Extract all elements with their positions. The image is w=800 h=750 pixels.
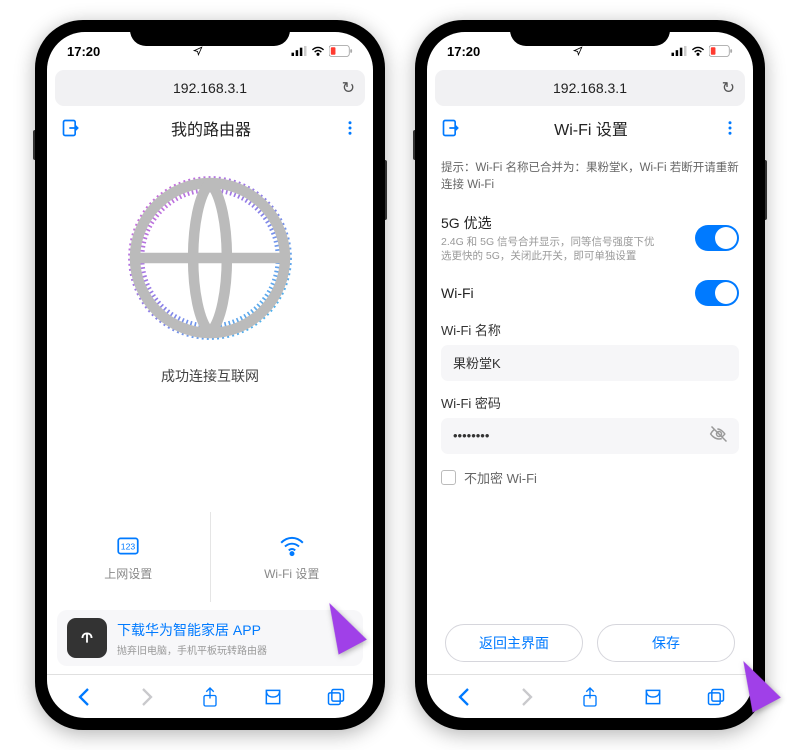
no-encrypt-row[interactable]: 不加密 Wi-Fi [427, 460, 753, 495]
wifi-name-input[interactable]: 果粉堂K [441, 345, 739, 381]
app-header: Wi-Fi 设置 [427, 106, 753, 150]
safari-toolbar [47, 674, 373, 718]
net-settings-button[interactable]: 123 上网设置 [47, 512, 210, 602]
connection-status: 成功连接互联网 [161, 366, 259, 386]
url-bar[interactable]: 192.168.3.1 ↻ [435, 70, 745, 106]
url-text: 192.168.3.1 [173, 80, 247, 96]
app-header: 我的路由器 [47, 106, 373, 150]
exit-icon[interactable] [61, 118, 81, 138]
page-title: Wi-Fi 设置 [554, 116, 628, 140]
svg-text:123: 123 [121, 541, 136, 551]
refresh-icon[interactable]: ↻ [722, 78, 735, 98]
back-icon[interactable] [444, 687, 484, 707]
button-row: 返回主界面 保存 [427, 624, 753, 662]
page-title: 我的路由器 [171, 116, 251, 140]
bookmarks-icon[interactable] [253, 687, 293, 707]
exit-icon[interactable] [441, 118, 461, 138]
forward-icon[interactable] [127, 687, 167, 707]
wifi-settings-label: Wi-Fi 设置 [264, 565, 319, 582]
app-banner[interactable]: 下载华为智能家居 APP 抛弃旧电脑，手机平板玩转路由器 [57, 610, 363, 666]
pref-5g-label: 5G 优选 [441, 213, 661, 233]
app-banner-title: 下载华为智能家居 APP [117, 620, 267, 640]
wifi-label: Wi-Fi [441, 285, 474, 301]
refresh-icon[interactable]: ↻ [342, 78, 355, 98]
wifi-name-block: Wi-Fi 名称 果粉堂K [427, 314, 753, 387]
menu-icon[interactable] [721, 119, 739, 137]
pref-5g-desc: 2.4G 和 5G 信号合并显示，同等信号强度下优选更快的 5G，关闭此开关，即… [441, 235, 661, 264]
save-button[interactable]: 保存 [597, 624, 735, 662]
signal-icon [671, 46, 687, 56]
tabs-icon[interactable] [696, 687, 736, 707]
globe-icon [120, 168, 300, 348]
wifi-password-value: •••••••• [453, 428, 489, 443]
no-encrypt-checkbox[interactable] [441, 470, 456, 485]
signal-icon [291, 46, 307, 56]
wifi-password-input[interactable]: •••••••• [441, 418, 739, 454]
safari-toolbar [427, 674, 753, 718]
battery-icon [329, 45, 353, 57]
pref-5g-row: 5G 优选 2.4G 和 5G 信号合并显示，同等信号强度下优选更快的 5G，关… [427, 205, 753, 272]
wifi-name-value: 果粉堂K [453, 353, 501, 372]
battery-icon [709, 45, 733, 57]
back-icon[interactable] [64, 687, 104, 707]
url-text: 192.168.3.1 [553, 80, 627, 96]
tabs-icon[interactable] [316, 687, 356, 707]
notch [510, 20, 670, 46]
share-icon[interactable] [570, 686, 610, 708]
wifi-row: Wi-Fi [427, 272, 753, 314]
eye-off-icon[interactable] [709, 424, 729, 447]
hint-text: 提示：Wi-Fi 名称已合并为：果粉堂K，Wi-Fi 若断开请重新连接 Wi-F… [427, 150, 753, 205]
phone-left: 17:20 192.168.3.1 ↻ 我的路由器 [35, 20, 385, 730]
wifi-toggle[interactable] [695, 280, 739, 306]
wifi-password-block: Wi-Fi 密码 •••••••• [427, 387, 753, 460]
forward-icon[interactable] [507, 687, 547, 707]
url-bar[interactable]: 192.168.3.1 ↻ [55, 70, 365, 106]
wifi-status-icon [691, 46, 705, 56]
menu-icon[interactable] [341, 119, 359, 137]
phone-right: 17:20 192.168.3.1 ↻ Wi-Fi 设置 提示：W [415, 20, 765, 730]
no-encrypt-label: 不加密 Wi-Fi [464, 468, 537, 487]
wifi-status-icon [311, 46, 325, 56]
share-icon[interactable] [190, 686, 230, 708]
app-banner-subtitle: 抛弃旧电脑，手机平板玩转路由器 [117, 642, 267, 657]
pref-5g-toggle[interactable] [695, 225, 739, 251]
bookmarks-icon[interactable] [633, 687, 673, 707]
connection-dial: 成功连接互联网 [47, 150, 373, 386]
app-banner-icon [67, 618, 107, 658]
net-settings-label: 上网设置 [104, 565, 152, 582]
back-home-button[interactable]: 返回主界面 [445, 624, 583, 662]
bottom-actions: 123 上网设置 Wi-Fi 设置 [47, 512, 373, 602]
status-time: 17:20 [447, 44, 480, 59]
notch [130, 20, 290, 46]
wifi-settings-button[interactable]: Wi-Fi 设置 [210, 512, 374, 602]
wifi-password-label: Wi-Fi 密码 [441, 393, 739, 412]
screen-right: 17:20 192.168.3.1 ↻ Wi-Fi 设置 提示：W [427, 32, 753, 718]
status-time: 17:20 [67, 44, 100, 59]
wifi-name-label: Wi-Fi 名称 [441, 320, 739, 339]
